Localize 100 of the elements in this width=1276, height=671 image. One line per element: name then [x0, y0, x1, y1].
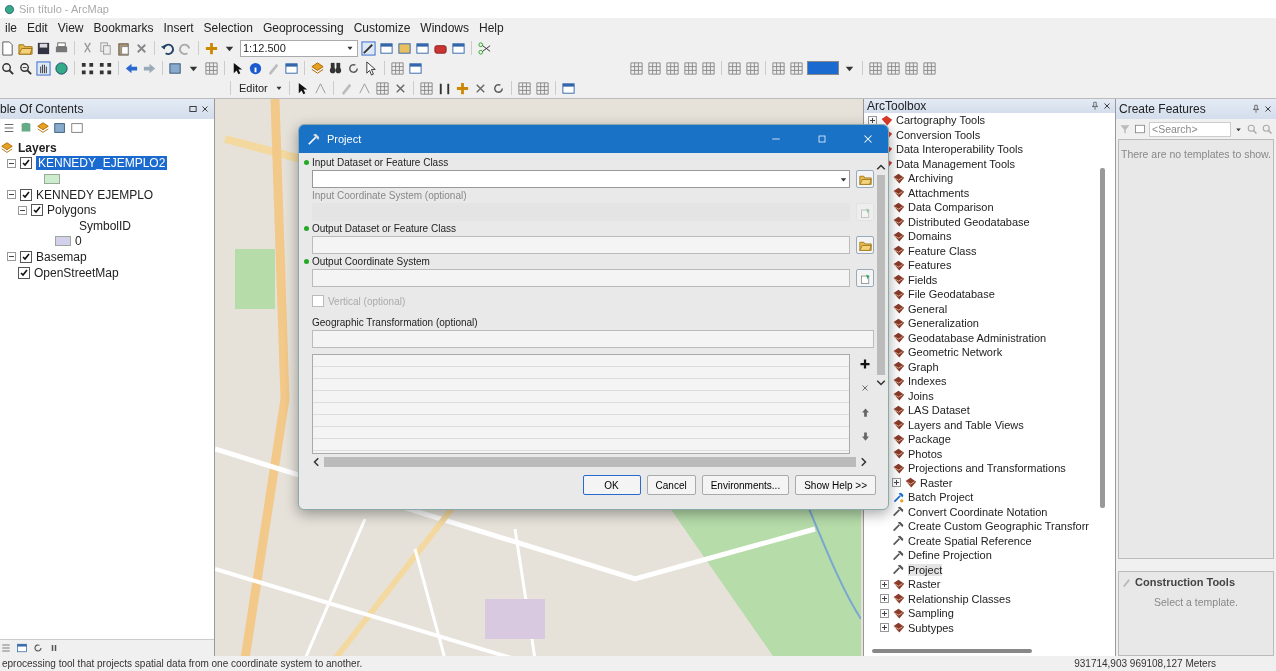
toolset-item[interactable]: Domains — [908, 230, 952, 243]
toolset-item[interactable]: General — [908, 302, 948, 315]
menu-item[interactable]: View — [52, 21, 89, 35]
toolset-item[interactable]: Raster — [908, 578, 941, 591]
tool-item[interactable]: Define Projection — [908, 549, 992, 562]
layer-name[interactable]: KENNEDY EJEMPLO — [36, 187, 154, 202]
catalog-icon[interactable] — [397, 40, 412, 56]
menu-item[interactable]: Help — [474, 21, 509, 35]
checkbox[interactable] — [20, 157, 32, 170]
options-icon[interactable] — [70, 121, 84, 135]
tree-group-label[interactable]: Layers — [18, 140, 57, 155]
tool-item[interactable]: Batch Project — [908, 491, 974, 504]
toolset-item[interactable]: Projections and Transformations — [908, 462, 1066, 475]
paste-icon[interactable] — [116, 40, 131, 56]
close-icon[interactable] — [1263, 104, 1273, 114]
layer-name[interactable]: OpenStreetMap — [34, 265, 119, 280]
scissors-icon[interactable] — [477, 40, 492, 56]
close-icon[interactable] — [1102, 101, 1112, 111]
dialog-button[interactable]: OK — [582, 475, 641, 495]
layer-name[interactable]: Polygons — [47, 203, 97, 218]
grid-icon[interactable] — [922, 60, 937, 76]
search-field[interactable]: <Search> — [1149, 121, 1231, 137]
menu-item[interactable]: Windows — [415, 21, 474, 35]
window-icon[interactable] — [284, 60, 299, 76]
window-icon[interactable] — [560, 80, 576, 96]
menu-item[interactable]: Bookmarks — [88, 21, 159, 35]
toolset-item[interactable]: Sampling — [908, 607, 954, 620]
grid-icon[interactable] — [516, 80, 532, 96]
toolset-item[interactable]: Relationship Classes — [908, 592, 1011, 605]
binoculars-icon[interactable] — [328, 60, 343, 76]
grid-icon[interactable] — [701, 60, 716, 76]
grid-icon[interactable] — [683, 60, 698, 76]
options-icon[interactable] — [1134, 123, 1146, 135]
collapse-icon[interactable] — [18, 205, 27, 215]
pin-icon[interactable] — [1251, 104, 1261, 114]
toolset-item[interactable]: Conversion Tools — [896, 128, 981, 141]
dialog-button[interactable]: Cancel — [646, 475, 696, 495]
collapse-icon[interactable] — [7, 190, 16, 200]
toolset-item[interactable]: Geodatabase Administration — [908, 331, 1047, 344]
layer-name[interactable]: KENNEDY_EJEMPLO2 — [36, 156, 168, 171]
pan-icon[interactable] — [36, 60, 51, 76]
globe-icon[interactable] — [54, 60, 69, 76]
grid-icon[interactable] — [534, 80, 550, 96]
toolset-item[interactable]: Feature Class — [908, 244, 977, 257]
toolset-item[interactable]: Archiving — [908, 172, 954, 185]
toolset-item[interactable]: Data Management Tools — [896, 157, 1016, 170]
menu-item[interactable]: Geoprocessing — [257, 21, 349, 35]
layer-name[interactable]: 0 — [75, 234, 82, 249]
window-icon[interactable] — [408, 60, 423, 76]
zoom-out-icon[interactable] — [18, 60, 33, 76]
grid-icon[interactable] — [629, 60, 644, 76]
restore-icon[interactable] — [188, 104, 198, 114]
fixed-zoom-icon[interactable] — [98, 60, 113, 76]
dialog-button[interactable]: Environments... — [701, 475, 790, 495]
toolset-item[interactable]: Package — [908, 433, 951, 446]
grid-icon[interactable] — [886, 60, 901, 76]
dropdown-field[interactable] — [312, 170, 850, 188]
expand-icon[interactable] — [880, 594, 889, 604]
input-field[interactable] — [312, 330, 874, 348]
grid-icon[interactable] — [868, 60, 883, 76]
input-field[interactable] — [312, 269, 850, 287]
toolset-item[interactable]: Geometric Network — [908, 346, 1003, 359]
scrollbar-thumb[interactable] — [872, 649, 1032, 653]
expand-icon[interactable] — [880, 608, 889, 618]
checkbox[interactable] — [20, 250, 32, 263]
expand-icon[interactable] — [880, 579, 889, 589]
toolset-item[interactable]: Cartography Tools — [896, 114, 986, 127]
layers-icon[interactable] — [36, 121, 50, 135]
toolset-item[interactable]: Indexes — [908, 375, 947, 388]
toolset-item[interactable]: Joins — [908, 389, 934, 402]
grid-icon[interactable] — [727, 60, 742, 76]
checkbox[interactable] — [20, 188, 32, 201]
window-icon[interactable] — [379, 40, 394, 56]
menu-item[interactable]: Customize — [348, 21, 416, 35]
layers-icon[interactable] — [310, 60, 325, 76]
save-icon[interactable] — [36, 40, 51, 56]
scrollbar-thumb[interactable] — [324, 457, 856, 467]
layer-name[interactable]: SymbolID — [79, 218, 131, 233]
toolset-item[interactable]: Generalization — [908, 317, 979, 330]
refresh-icon[interactable] — [32, 642, 44, 654]
toolset-item[interactable]: Attachments — [908, 186, 970, 199]
tool-item[interactable]: Convert Coordinate Notation — [908, 505, 1048, 518]
window-icon[interactable] — [16, 642, 28, 654]
toolset-item[interactable]: Layers and Table Views — [908, 418, 1024, 431]
collapse-icon[interactable] — [7, 252, 16, 262]
grid-icon[interactable] — [390, 60, 405, 76]
cursor-icon[interactable] — [364, 60, 379, 76]
zoom-in-icon[interactable] — [0, 60, 15, 76]
toolset-item[interactable]: Fields — [908, 273, 938, 286]
fixed-zoom-icon[interactable] — [80, 60, 95, 76]
expand-icon[interactable] — [892, 478, 901, 488]
toolset-item[interactable]: Subtypes — [908, 621, 954, 634]
pin-icon[interactable] — [1090, 101, 1100, 111]
layer-name[interactable]: Basemap — [36, 249, 87, 264]
grid-icon[interactable] — [904, 60, 919, 76]
toolset-item[interactable]: Data Interoperability Tools — [896, 143, 1023, 156]
window-icon[interactable] — [451, 40, 466, 56]
color-swatch[interactable] — [807, 61, 839, 75]
toolset-item[interactable]: Features — [908, 259, 952, 272]
checkbox[interactable] — [18, 266, 30, 279]
